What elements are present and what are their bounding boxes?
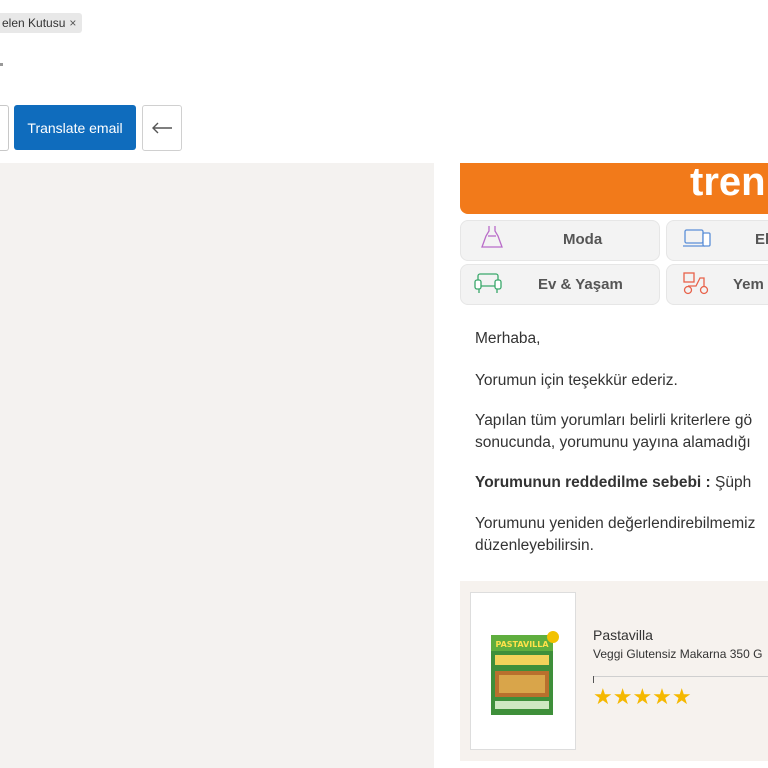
arrow-left-icon <box>152 122 172 134</box>
product-name: Veggi Glutensiz Makarna 350 G <box>593 647 763 661</box>
food-delivery-icon <box>683 272 709 295</box>
product-image-card[interactable]: PASTAVILLA <box>470 592 576 750</box>
thanks-text: Yorumun için teşekkür ederiz. <box>475 372 678 389</box>
paragraph-1-line-2: sonucunda, yorumunu yayına alamadığı <box>475 434 751 451</box>
divider-tick <box>593 676 594 683</box>
back-button[interactable] <box>142 105 182 151</box>
category-moda-label: Moda <box>563 231 603 248</box>
brand-logo-text: tren <box>690 160 766 204</box>
dress-icon <box>481 226 503 248</box>
package-brand-text: PASTAVILLA <box>495 640 549 649</box>
paragraph-1-line-1: Yapılan tüm yorumları belirli kriterlere… <box>475 412 753 429</box>
category-food-label: Yem <box>733 276 764 293</box>
divider-dot <box>0 63 3 66</box>
product-brand: Pastavilla <box>593 627 653 643</box>
translate-email-button[interactable]: Translate email <box>14 105 136 150</box>
category-electronics[interactable] <box>666 220 768 261</box>
pasta-package-image: PASTAVILLA <box>491 631 559 715</box>
electronics-icon <box>683 229 711 247</box>
rating-stars: ★★★★★ <box>593 684 692 709</box>
greeting: Merhaba, <box>475 330 541 347</box>
folder-tag: elen Kutusu × <box>0 13 83 33</box>
left-pane <box>0 163 434 768</box>
rejection-reason: Yorumunun reddedilme sebebi : Şüph <box>475 474 751 492</box>
category-electronics-label: El <box>755 231 768 248</box>
sofa-icon <box>474 273 502 293</box>
rejection-reason-label: Yorumunun reddedilme sebebi : <box>475 474 711 491</box>
paragraph-2-line-1: Yorumunu yeniden değerlendirebilmemiz <box>475 515 756 532</box>
rejection-reason-value: Şüph <box>710 474 752 491</box>
paragraph-2-line-2: düzenleyebilirsin. <box>475 537 594 554</box>
category-ev-yasam-label: Ev & Yaşam <box>538 276 623 293</box>
previous-button[interactable] <box>0 105 9 151</box>
remove-tag-button[interactable]: × <box>69 16 76 30</box>
folder-tag-label: elen Kutusu <box>2 16 66 30</box>
rating-divider <box>593 676 768 677</box>
